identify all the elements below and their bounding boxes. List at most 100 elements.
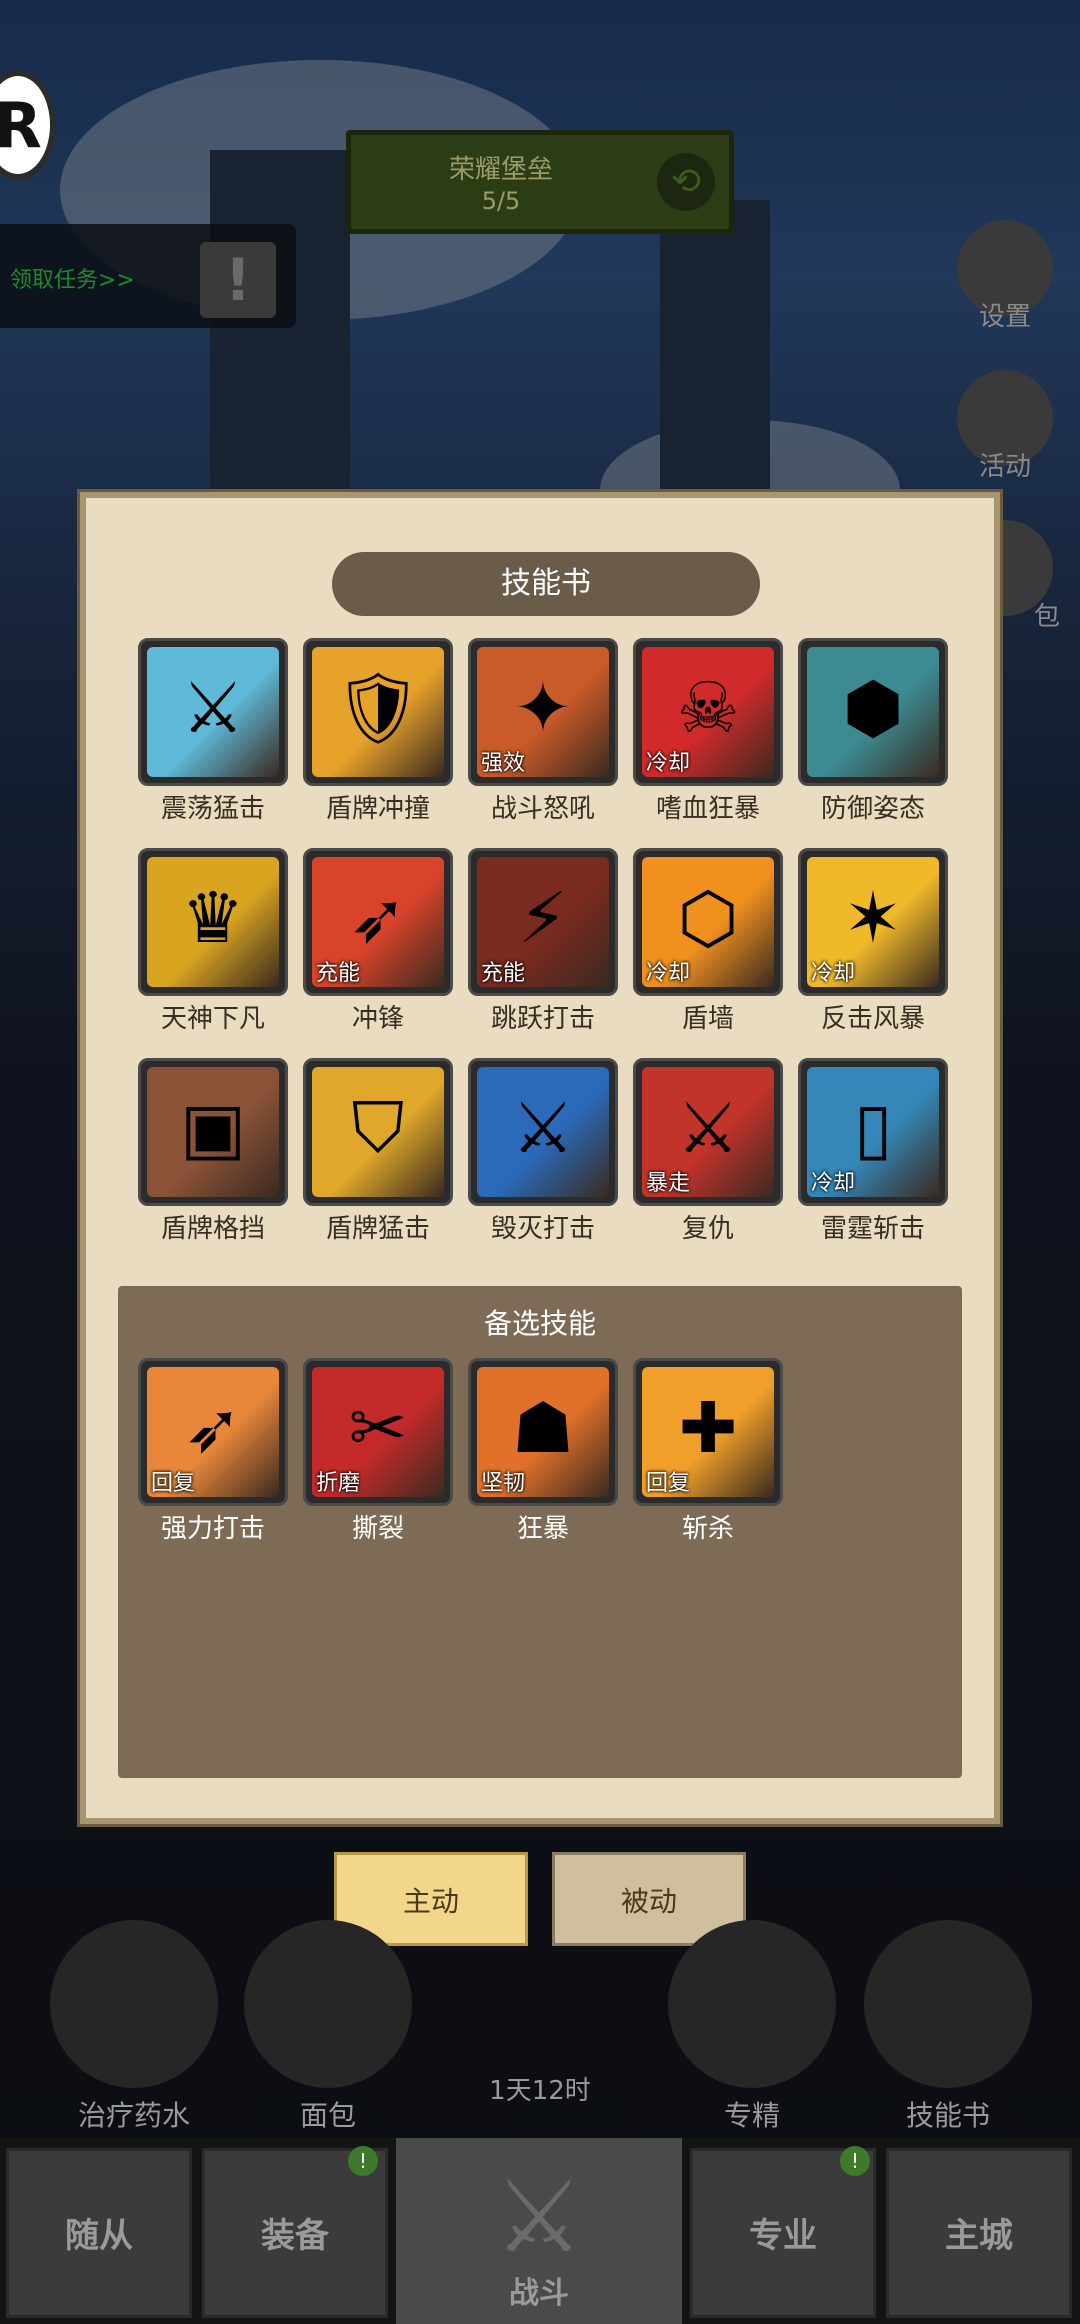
potion-icon bbox=[50, 1920, 218, 2088]
skill-name: 盾牌猛击 bbox=[325, 1214, 430, 1244]
skill-icon: ⚔ bbox=[468, 1058, 618, 1206]
alert-icon: ! bbox=[200, 242, 276, 318]
quest-label[interactable]: 领取任务>> bbox=[10, 262, 135, 294]
skill-icon: ✚ 回复 bbox=[633, 1358, 783, 1506]
skill-tag: 冷却 bbox=[811, 961, 856, 986]
skill-icon: ♛ bbox=[138, 848, 288, 996]
crossed-swords-icon: ⚔ bbox=[494, 2158, 584, 2275]
bread-label: 面包 bbox=[299, 2099, 356, 2132]
skillbook-modal: 技能书 ⚔ 震荡猛击 🛡 盾牌冲撞 ✦ 强效 战斗怒吼 ☠ 冷却 嗜血狂暴 ⬢ 防御姿态 ♛ 天神下凡 ➶ 充… bbox=[80, 492, 1000, 1824]
skill-slot[interactable]: ✚ 回复 斩杀 bbox=[633, 1358, 783, 1544]
skill-slot[interactable]: ▣ 盾牌格挡 bbox=[138, 1058, 288, 1244]
skill-slot[interactable]: ✦ 强效战斗怒吼 bbox=[468, 638, 618, 824]
skill-name: 雷霆斩击 bbox=[820, 1214, 925, 1244]
skill-tag: 冷却 bbox=[646, 751, 691, 776]
skill-icon: ⛉ bbox=[303, 1058, 453, 1206]
nav-battle[interactable]: ⚔ 战斗 bbox=[396, 2138, 682, 2324]
skill-name: 狂暴 bbox=[516, 1514, 569, 1544]
skill-glyph-icon: ➶ bbox=[348, 877, 408, 959]
skill-name: 跳跃打击 bbox=[490, 1004, 595, 1034]
battle-label: 战斗 bbox=[509, 2276, 569, 2311]
skill-name: 嗜血狂暴 bbox=[655, 794, 760, 824]
book-icon bbox=[864, 1920, 1032, 2088]
modal-title: 技能书 bbox=[332, 552, 760, 616]
skill-icon: ⬢ bbox=[798, 638, 948, 786]
skill-glyph-icon: ⚔ bbox=[511, 1087, 575, 1169]
skill-name: 冲锋 bbox=[351, 1004, 404, 1034]
skill-tag: 充能 bbox=[481, 961, 526, 986]
mastery-slot[interactable]: 专精 bbox=[662, 1920, 842, 2134]
skill-icon: ➶ 充能 bbox=[303, 848, 453, 996]
skill-icon: ⬡ 冷却 bbox=[633, 848, 783, 996]
skill-name: 战斗怒吼 bbox=[490, 794, 595, 824]
skill-slot[interactable]: ⬡ 冷却盾墙 bbox=[633, 848, 783, 1034]
skill-slot[interactable]: ✂ 折磨 撕裂 bbox=[303, 1358, 453, 1544]
nav-main-city[interactable]: 主城 bbox=[886, 2148, 1072, 2318]
skillbook-slot[interactable]: 技能书 bbox=[858, 1920, 1038, 2134]
skill-name: 天神下凡 bbox=[160, 1004, 265, 1034]
mastery-icon bbox=[668, 1920, 836, 2088]
bench-panel: 备选技能 ➶ 回复 强力打击 ✂ 折磨 撕裂 ☗ 坚韧 狂暴 ✚ 回复 斩杀 bbox=[118, 1286, 962, 1778]
skill-glyph-icon: ⚡ bbox=[518, 877, 568, 959]
skill-slot[interactable]: ▯ 冷却雷霆斩击 bbox=[798, 1058, 948, 1244]
stage-plate: 荣耀堡垒 5/5 ⟲ bbox=[346, 130, 734, 234]
skill-glyph-icon: ✦ bbox=[513, 667, 573, 749]
settings-label: 设置 bbox=[978, 302, 1031, 332]
skill-name: 震荡猛击 bbox=[160, 794, 265, 824]
skill-tag: 回复 bbox=[646, 1471, 691, 1496]
skill-tag: 冷却 bbox=[811, 1171, 856, 1196]
activity-label: 活动 bbox=[978, 452, 1031, 482]
skill-icon: ⚔ 暴走 bbox=[633, 1058, 783, 1206]
bread-icon bbox=[244, 1920, 412, 2088]
skill-slot[interactable]: ➶ 充能冲锋 bbox=[303, 848, 453, 1034]
avatar-letter: R bbox=[0, 88, 42, 162]
skill-name: 防御姿态 bbox=[820, 794, 925, 824]
skill-icon: ▣ bbox=[138, 1058, 288, 1206]
swap-icon[interactable]: ⟲ bbox=[657, 153, 715, 211]
stage-name: 荣耀堡垒 bbox=[448, 155, 553, 185]
bottom-nav: 随从 装备 ⚔ 战斗 专业 主城 ! ! bbox=[0, 2138, 1080, 2324]
skill-name: 撕裂 bbox=[351, 1514, 404, 1544]
chest-timer: 1天12时 bbox=[489, 2076, 591, 2106]
quest-panel[interactable]: 领取任务>> ! bbox=[0, 224, 296, 328]
skill-glyph-icon: ▣ bbox=[179, 1087, 247, 1169]
skill-slot[interactable]: ☠ 冷却嗜血狂暴 bbox=[633, 638, 783, 824]
skill-slot[interactable]: ➶ 回复 强力打击 bbox=[138, 1358, 288, 1544]
skill-glyph-icon: ⬡ bbox=[677, 877, 739, 959]
nav-followers[interactable]: 随从 bbox=[6, 2148, 192, 2318]
skill-glyph-icon: ♛ bbox=[181, 877, 245, 959]
potion-label: 治疗药水 bbox=[77, 2099, 190, 2132]
skill-glyph-icon: 🛡 bbox=[333, 667, 423, 749]
skill-slot[interactable]: ⚔ 震荡猛击 bbox=[138, 638, 288, 824]
skill-slot[interactable]: ⚔ 毁灭打击 bbox=[468, 1058, 618, 1244]
skill-slot[interactable]: 🛡 盾牌冲撞 bbox=[303, 638, 453, 824]
skill-tag: 折磨 bbox=[316, 1471, 361, 1496]
skill-tag: 回复 bbox=[151, 1471, 196, 1496]
skill-tag: 强效 bbox=[481, 751, 526, 776]
skill-slot[interactable]: ⚡ 充能跳跃打击 bbox=[468, 848, 618, 1034]
skill-icon: ➶ 回复 bbox=[138, 1358, 288, 1506]
skill-icon: ✶ 冷却 bbox=[798, 848, 948, 996]
skill-icon: ▯ 冷却 bbox=[798, 1058, 948, 1206]
skill-tag: 暴走 bbox=[646, 1171, 691, 1196]
notification-badge: ! bbox=[348, 2146, 378, 2176]
skill-icon: ⚔ bbox=[138, 638, 288, 786]
skill-slot[interactable]: ✶ 冷却 反击风暴 bbox=[798, 848, 948, 1034]
skill-slot[interactable]: ⬢ 防御姿态 bbox=[798, 638, 948, 824]
skill-name: 盾牌格挡 bbox=[160, 1214, 265, 1244]
skill-slot[interactable]: ⛉ 盾牌猛击 bbox=[303, 1058, 453, 1244]
skill-slot[interactable]: ☗ 坚韧 狂暴 bbox=[468, 1358, 618, 1544]
skill-glyph-icon: ✚ bbox=[678, 1387, 738, 1469]
bread-slot[interactable]: 面包 bbox=[238, 1920, 418, 2134]
skillbook-label: 技能书 bbox=[905, 2099, 990, 2132]
skill-name: 盾墙 bbox=[681, 1004, 734, 1034]
potion-slot[interactable]: 治疗药水 bbox=[44, 1920, 224, 2134]
skill-slot[interactable]: ♛ 天神下凡 bbox=[138, 848, 288, 1034]
skill-slot[interactable]: ⚔ 暴走 复仇 bbox=[633, 1058, 783, 1244]
skill-glyph-icon: ☠ bbox=[676, 667, 740, 749]
skill-glyph-icon: ⚔ bbox=[676, 1087, 740, 1169]
notification-badge: ! bbox=[840, 2146, 870, 2176]
settings-button[interactable]: 设置 bbox=[950, 220, 1060, 333]
skill-glyph-icon: ✶ bbox=[843, 877, 903, 959]
activity-button[interactable]: 活动 bbox=[950, 370, 1060, 483]
